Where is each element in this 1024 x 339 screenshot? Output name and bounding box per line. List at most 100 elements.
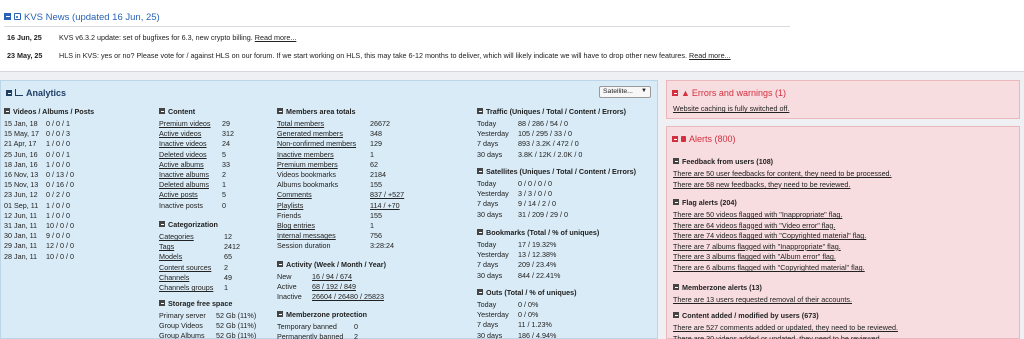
collapse-icon[interactable] [672,136,678,142]
stat-label[interactable]: Active posts [159,190,198,200]
read-more-link[interactable]: Read more... [689,51,731,60]
stat-value[interactable]: 26604 / 26480 / 25823 [312,292,384,302]
error-item[interactable]: Website caching is fully switched off. [673,104,789,113]
alert-group-title[interactable]: Feedback from users (108) [673,157,773,166]
section-title[interactable]: Videos / Albums / Posts [4,107,94,116]
section-title[interactable]: Categorization [159,220,218,229]
stat-label[interactable]: Models [159,252,182,262]
alert-item[interactable]: There are 58 new feedbacks, they need to… [673,180,850,189]
errors-panel: ▲ Errors and warnings (1) [666,80,1020,119]
section-title[interactable]: Traffic (Uniques / Total / Content / Err… [477,107,626,116]
stat-value: 155 [370,180,382,190]
stat-label[interactable]: Premium videos [159,119,211,129]
alert-item[interactable]: There are 74 videos flagged with "Copyri… [673,231,866,240]
collapse-icon[interactable] [159,221,165,227]
section-title[interactable]: Storage free space [159,299,232,308]
section-title[interactable]: Activity (Week / Month / Year) [277,260,386,269]
stat-value: 1 [224,283,228,292]
stat-label[interactable]: Content sources [159,263,211,273]
section-title[interactable]: Members area totals [277,107,356,116]
stat-label: Videos bookmarks [277,170,336,179]
section-title[interactable]: Content [159,107,195,116]
collapse-icon[interactable] [672,90,678,96]
stat-label: 30 Jan, 11 [4,231,38,241]
section-title[interactable]: Satellites (Uniques / Total / Content / … [477,167,636,176]
section-title-text: Activity (Week / Month / Year) [286,260,386,269]
stat-label[interactable]: Generated members [277,129,343,139]
stat-value[interactable]: 68 / 192 / 849 [312,282,356,292]
stat-label[interactable]: Deleted videos [159,150,207,160]
collapse-icon[interactable] [673,284,679,290]
stat-value[interactable]: 16 / 94 / 674 [312,272,352,282]
collapse-icon[interactable] [673,158,679,164]
stat-label[interactable]: Tags [159,242,174,252]
collapse-icon[interactable] [4,13,11,20]
collapse-icon[interactable] [4,108,10,114]
collapse-icon[interactable] [673,199,679,205]
alert-item[interactable]: There are 6 albums flagged with "Copyrig… [673,263,865,272]
section-title[interactable]: Bookmarks (Total / % of uniques) [477,228,599,237]
stat-label: Inactive posts [159,200,203,210]
stat-label[interactable]: Playlists [277,201,303,211]
stat-value: 0 / 16 / 0 [46,180,74,190]
read-more-link[interactable]: Read more... [255,33,297,42]
collapse-icon[interactable] [277,261,283,267]
stat-value: 348 [370,129,382,139]
alert-item[interactable]: There are 527 comments added or updated,… [673,323,898,332]
stat-label: 7 days [477,139,499,149]
stat-label[interactable]: Active videos [159,129,201,139]
stat-label[interactable]: Channels [159,273,189,283]
collapse-icon[interactable] [277,108,283,114]
stat-value[interactable]: 114 / +70 [370,201,400,211]
alert-item[interactable]: There are 64 videos flagged with "Video … [673,221,835,230]
alert-item[interactable]: There are 50 user feedbacks for content,… [673,169,892,178]
alert-item[interactable]: There are 30 videos added or updated, th… [673,334,882,339]
alert-item[interactable]: There are 3 albums flagged with "Album e… [673,252,836,261]
news-header[interactable]: KVS News (updated 16 Jun, 25) [4,12,790,27]
analytics-header[interactable]: Analytics [6,88,66,98]
alert-group-title[interactable]: Content added / modified by users (673) [673,311,819,320]
stat-label[interactable]: Blog entries [277,221,315,231]
collapse-icon[interactable] [159,108,165,114]
stat-label[interactable]: Deleted albums [159,180,209,190]
stat-value: 0 [354,322,358,331]
alerts-header[interactable]: Alerts (800) [672,134,736,144]
stat-value: 52 Gb (11%) [216,311,257,320]
stat-value: 0 / 13 / 0 [46,170,74,179]
stat-value: 155 [370,210,382,220]
stat-value: 2 [224,262,228,272]
lock-icon [681,136,686,142]
stat-label[interactable]: Inactive members [277,150,334,160]
stat-label[interactable]: Channels groups [159,283,213,293]
section-title[interactable]: Memberzone protection [277,310,367,319]
stat-label[interactable]: Active albums [159,160,204,170]
stat-label[interactable]: Premium members [277,160,338,170]
stat-label[interactable]: Non-confirmed members [277,139,356,149]
alert-item[interactable]: There are 7 albums flagged with "Inappro… [673,242,841,251]
alert-item[interactable]: There are 13 users requested removal of … [673,295,852,304]
alert-group-title[interactable]: Memberzone alerts (13) [673,283,762,292]
collapse-icon[interactable] [277,311,283,317]
alert-group-title[interactable]: Flag alerts (204) [673,198,737,207]
collapse-icon[interactable] [159,300,165,306]
stat-value[interactable]: 837 / +527 [370,190,404,200]
stat-value: 52 Gb (11%) [216,331,257,339]
collapse-icon[interactable] [477,168,483,174]
satellite-select[interactable]: Satellite... ▼ [599,86,651,98]
stat-label[interactable]: Inactive albums [159,170,209,180]
collapse-icon[interactable] [477,108,483,114]
collapse-icon[interactable] [673,312,679,318]
stat-label[interactable]: Categories [159,232,194,242]
alert-item[interactable]: There are 50 videos flagged with "Inappr… [673,210,842,219]
stat-label[interactable]: Inactive videos [159,139,207,149]
stat-value: 209 / 23.4% [518,260,557,270]
collapse-icon[interactable] [6,90,12,96]
section-title[interactable]: Outs (Total / % of uniques) [477,288,577,297]
stat-label[interactable]: Comments [277,190,312,200]
stat-label[interactable]: Total members [277,119,324,129]
collapse-icon[interactable] [477,289,483,295]
errors-header[interactable]: ▲ Errors and warnings (1) [672,88,786,98]
stat-label[interactable]: Internal messages [277,231,336,241]
collapse-icon[interactable] [477,229,483,235]
stat-label: 23 Jun, 12 [4,190,38,200]
